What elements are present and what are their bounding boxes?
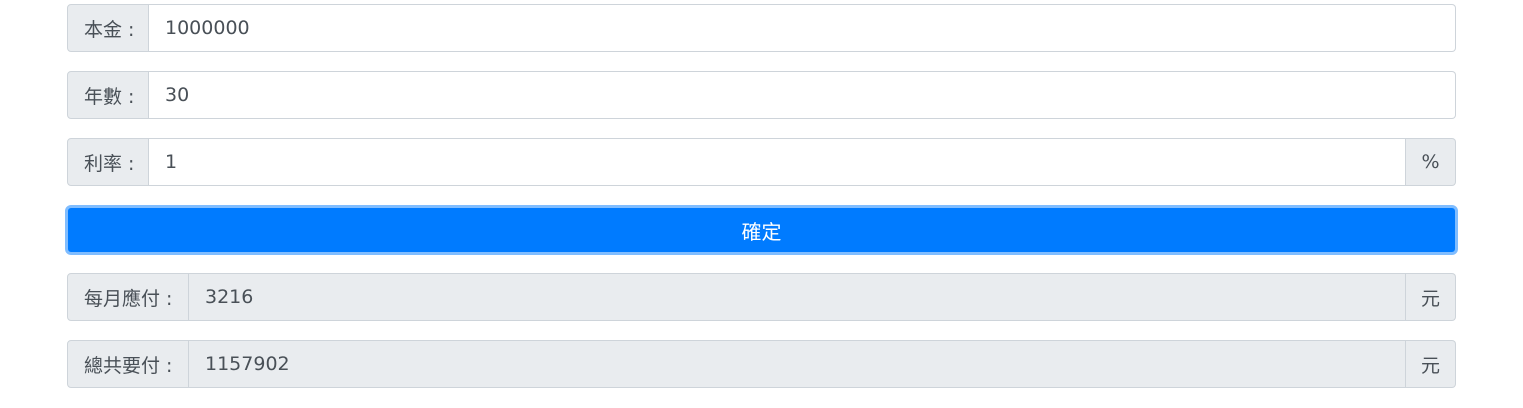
total-payment-label: 總共要付 : (67, 340, 189, 388)
rate-group: 利率 : % (67, 138, 1456, 186)
rate-label: 利率 : (67, 138, 149, 186)
years-input[interactable] (149, 71, 1456, 119)
monthly-payment-unit: 元 (1406, 273, 1456, 321)
years-group: 年數 : (67, 71, 1456, 119)
principal-group: 本金 : (67, 4, 1456, 52)
total-payment-group: 總共要付 : 1157902 元 (67, 340, 1456, 388)
rate-input[interactable] (149, 138, 1406, 186)
years-label: 年數 : (67, 71, 149, 119)
loan-calculator-form: 本金 : 年數 : 利率 : % 確定 每月應付 : 3216 元 總共要付 :… (65, 4, 1458, 407)
total-payment-value: 1157902 (189, 340, 1406, 388)
confirm-button[interactable]: 確定 (65, 205, 1458, 255)
principal-label: 本金 : (67, 4, 149, 52)
monthly-payment-group: 每月應付 : 3216 元 (67, 273, 1456, 321)
rate-unit: % (1406, 138, 1456, 186)
monthly-payment-value: 3216 (189, 273, 1406, 321)
total-payment-unit: 元 (1406, 340, 1456, 388)
monthly-payment-label: 每月應付 : (67, 273, 189, 321)
principal-input[interactable] (149, 4, 1456, 52)
